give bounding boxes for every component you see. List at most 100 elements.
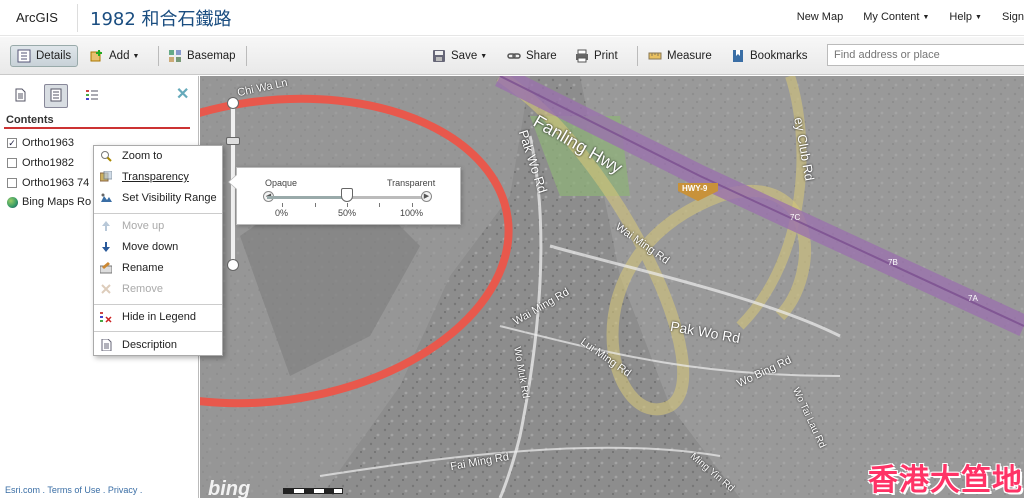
toolbar-divider <box>246 46 247 66</box>
menu-divider <box>94 304 222 305</box>
tab-about[interactable] <box>8 84 32 108</box>
toolbar-divider <box>637 46 638 66</box>
menu-hide-in-legend[interactable]: Hide in Legend <box>94 307 222 327</box>
transparency-icon <box>99 170 113 183</box>
layer-item[interactable]: ✓ Ortho1963 <box>7 137 74 149</box>
legend-list-icon <box>85 88 99 105</box>
menu-move-down[interactable]: Move down <box>94 237 222 257</box>
print-label: Print <box>594 50 618 62</box>
save-icon <box>432 49 446 63</box>
transparency-slider-thumb[interactable] <box>341 188 353 202</box>
tick-label: 50% <box>338 208 357 218</box>
menu-transparency[interactable]: Transparency <box>94 167 222 187</box>
add-icon <box>90 49 104 63</box>
menu-rename[interactable]: Rename <box>94 258 222 278</box>
footer-links[interactable]: Esri.com . Terms of Use . Privacy . <box>5 485 142 495</box>
map-imagery <box>200 76 1024 498</box>
highway-shield: HWY-9 <box>682 184 708 193</box>
details-button[interactable]: Details <box>10 45 78 67</box>
menu-description[interactable]: Description <box>94 335 222 355</box>
menu-remove: Remove <box>94 279 222 299</box>
layer-item[interactable]: Ortho1963 74 <box>7 177 89 189</box>
chevron-down-icon: ▼ <box>480 52 488 60</box>
layer-label: Ortho1963 <box>22 137 74 149</box>
slider-right-arrow-icon[interactable]: ▶ <box>421 191 432 202</box>
header-divider <box>77 4 78 32</box>
my-content-menu[interactable]: My Content ▼ <box>863 11 929 23</box>
help-menu[interactable]: Help ▼ <box>949 11 982 23</box>
save-button[interactable]: Save ▼ <box>432 45 487 67</box>
details-icon <box>17 49 31 63</box>
zoom-out-icon[interactable] <box>227 259 239 271</box>
slider-tick <box>315 203 316 207</box>
save-label: Save <box>451 50 478 62</box>
bookmarks-label: Bookmarks <box>750 50 808 62</box>
layer-checkbox[interactable] <box>7 178 17 188</box>
basemap-button[interactable]: Basemap <box>168 45 236 67</box>
layer-checkbox[interactable] <box>7 158 17 168</box>
tick-label: 0% <box>275 208 289 218</box>
zoom-to-icon <box>100 150 112 162</box>
close-icon[interactable]: ✕ <box>176 84 189 104</box>
slider-tick <box>412 203 413 207</box>
map-scale-bar <box>283 488 343 494</box>
transparency-slider-fill <box>267 196 347 199</box>
layer-item[interactable]: Ortho1982 <box>7 157 74 169</box>
basemap-label: Basemap <box>187 50 236 62</box>
basemap-icon <box>168 49 182 63</box>
share-button[interactable]: Share <box>507 45 557 67</box>
add-label: Add <box>109 50 130 62</box>
arcgis-logo[interactable]: ArcGIS <box>16 10 58 25</box>
contents-heading: Contents <box>6 114 54 126</box>
layer-checkbox[interactable]: ✓ <box>7 138 17 148</box>
printer-icon <box>575 49 589 63</box>
new-map-link[interactable]: New Map <box>797 11 843 23</box>
bing-logo: bing <box>208 478 251 498</box>
zoom-in-icon[interactable] <box>227 97 239 109</box>
transparent-label: Transparent <box>387 178 436 188</box>
bookmark-icon <box>731 49 745 63</box>
share-link-icon <box>507 49 521 63</box>
map-title: 1982 和合石鐵路 <box>90 9 232 30</box>
chevron-down-icon: ▼ <box>132 52 140 60</box>
contents-icon <box>49 88 63 105</box>
visibility-range-icon <box>100 192 112 204</box>
panel-tabs <box>8 84 104 108</box>
tab-legend[interactable] <box>80 84 104 108</box>
print-button[interactable]: Print <box>575 45 618 67</box>
opaque-label: Opaque <box>265 178 298 188</box>
menu-divider <box>94 331 222 332</box>
route-marker: 7B <box>888 258 898 267</box>
bookmarks-button[interactable]: Bookmarks <box>731 45 808 67</box>
arrow-down-icon <box>100 241 112 253</box>
layer-label: Ortho1963 74 <box>22 177 90 189</box>
watermark-text: 香港大笪地 <box>868 463 1023 498</box>
heading-underline <box>4 127 190 129</box>
tick-label: 100% <box>400 208 424 218</box>
legend-hide-icon <box>100 311 112 323</box>
menu-divider <box>94 213 222 214</box>
ruler-icon <box>648 49 662 63</box>
app-header: ArcGIS 1982 和合石鐵路 New Map My Content ▼ He… <box>0 0 1024 36</box>
map-view[interactable]: Fanling Hwy Pak Wo Rd ey Club Rd Chi Wa … <box>200 76 1024 498</box>
tab-contents[interactable] <box>44 84 68 108</box>
route-marker: 7C <box>790 213 801 222</box>
slider-tick <box>347 203 348 207</box>
zoom-slider-handle[interactable] <box>226 137 240 145</box>
measure-button[interactable]: Measure <box>648 45 712 67</box>
search-input[interactable] <box>827 44 1024 66</box>
details-label: Details <box>36 50 72 62</box>
slider-tick <box>379 203 380 207</box>
add-button[interactable]: Add ▼ <box>90 45 139 67</box>
basemap-layer-item[interactable]: Bing Maps Ro <box>7 196 91 208</box>
arrow-up-icon <box>100 220 112 232</box>
document-icon <box>13 88 27 105</box>
menu-zoom-to[interactable]: Zoom to <box>94 146 222 166</box>
globe-icon <box>7 196 18 208</box>
menu-visibility-range[interactable]: Set Visibility Range <box>94 188 222 208</box>
sign-in-link[interactable]: Sign <box>1002 11 1024 23</box>
layer-context-menu: Zoom to Transparency Set Visibility Rang… <box>93 145 223 356</box>
chevron-down-icon: ▼ <box>975 14 982 21</box>
description-icon <box>100 338 112 352</box>
layer-label: Ortho1982 <box>22 157 74 169</box>
